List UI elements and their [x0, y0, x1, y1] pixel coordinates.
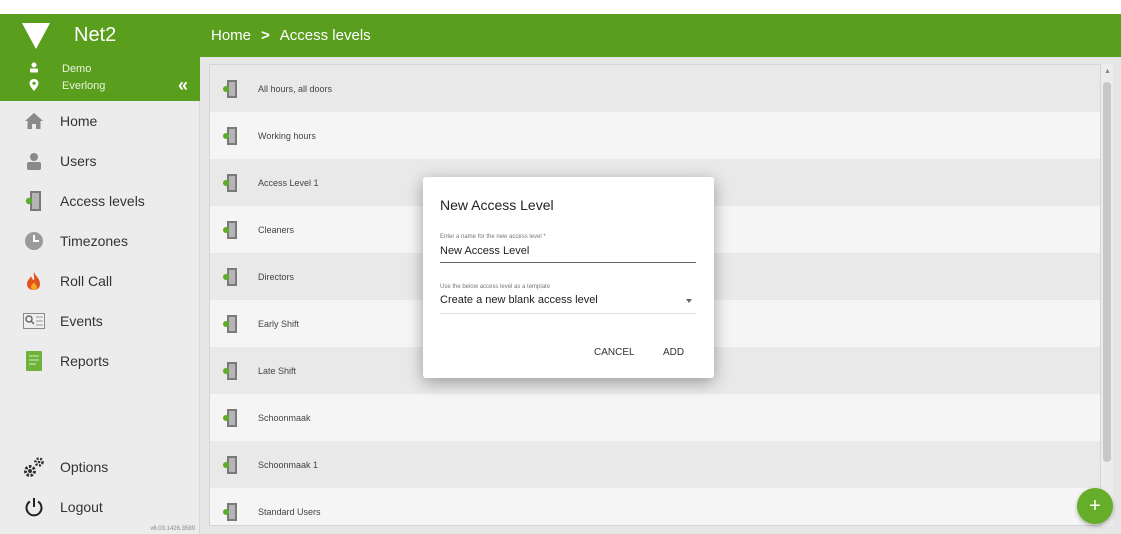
add-access-level-button[interactable]: + — [1077, 488, 1113, 524]
door-icon — [222, 502, 240, 522]
list-item[interactable]: Schoonmaak 1 — [210, 441, 1100, 488]
list-item-label: Schoonmaak — [258, 412, 311, 423]
user-row: Demo — [0, 60, 91, 78]
app-name: Net2 — [74, 24, 117, 46]
dropdown-caret-icon — [686, 299, 692, 303]
template-select[interactable]: Create a new blank access level — [440, 294, 696, 314]
list-item[interactable]: Standard Users — [210, 488, 1100, 525]
net2-logo-icon — [22, 22, 50, 49]
sidebar-item-label: Roll Call — [60, 273, 113, 289]
list-item[interactable]: All hours, all doors — [210, 65, 1100, 112]
list-item-label: Late Shift — [258, 365, 297, 376]
new-access-level-dialog: New Access Level Enter a name for the ne… — [423, 177, 714, 378]
site-row: Everlong — [0, 77, 105, 95]
version-text: v6.03.1426.3589 — [150, 526, 195, 532]
report-icon — [23, 350, 45, 372]
sidebar-item-label: Options — [60, 459, 109, 475]
events-icon — [23, 310, 45, 332]
door-icon — [222, 173, 240, 193]
user-block: Demo Everlong « — [0, 57, 200, 101]
sidebar-item-logout[interactable]: Logout — [0, 487, 200, 527]
list-item-label: Early Shift — [258, 318, 300, 329]
list-item-label: Access Level 1 — [258, 177, 319, 188]
sidebar-item-options[interactable]: Options — [0, 447, 200, 487]
collapse-sidebar-icon[interactable]: « — [178, 75, 188, 96]
clock-icon — [23, 230, 45, 252]
home-icon — [23, 110, 45, 132]
logo-area[interactable]: Net2 — [0, 14, 200, 57]
sidebar-item-label: Home — [60, 113, 98, 129]
scroll-up-icon[interactable]: ▲ — [1104, 68, 1111, 75]
sidebar-item-users[interactable]: Users — [0, 141, 200, 181]
sidebar-item-label: Users — [60, 153, 97, 169]
door-icon — [222, 314, 240, 334]
power-icon — [23, 496, 45, 518]
template-field-label: Use the below access level as a template — [440, 284, 551, 290]
list-item[interactable]: Schoonmaak — [210, 394, 1100, 441]
access-level-name-input[interactable]: New Access Level — [440, 245, 696, 263]
name-field-label: Enter a name for the new access level * — [440, 234, 546, 240]
sidebar-item-roll-call[interactable]: Roll Call — [0, 261, 200, 301]
site-name: Everlong — [62, 80, 106, 92]
door-icon — [23, 190, 45, 212]
user-name: Demo — [62, 63, 92, 75]
list-scrollbar[interactable]: ▲ — [1101, 64, 1113, 526]
sidebar-item-label: Logout — [60, 499, 103, 515]
breadcrumb-home[interactable]: Home — [211, 27, 251, 44]
list-item-label: Cleaners — [258, 224, 295, 235]
sidebar-item-label: Events — [60, 313, 103, 329]
breadcrumb: Home > Access levels — [211, 14, 371, 57]
top-header: Net2 Home > Access levels — [0, 14, 1121, 57]
list-item-label: Standard Users — [258, 506, 321, 517]
door-icon — [222, 126, 240, 146]
door-icon — [222, 408, 240, 428]
sidebar-item-label: Timezones — [60, 233, 128, 249]
list-item[interactable]: Working hours — [210, 112, 1100, 159]
door-icon — [222, 220, 240, 240]
dialog-title: New Access Level — [440, 197, 554, 213]
scrollbar-thumb[interactable] — [1103, 82, 1111, 462]
list-item-label: Working hours — [258, 130, 316, 141]
sidebar: Demo Everlong « Home Users Access levels… — [0, 57, 200, 534]
cancel-button[interactable]: CANCEL — [594, 347, 635, 358]
gears-icon — [23, 456, 45, 478]
door-icon — [222, 455, 240, 475]
add-button[interactable]: ADD — [663, 347, 684, 358]
sidebar-item-label: Reports — [60, 353, 110, 369]
template-select-value: Create a new blank access level — [440, 294, 598, 306]
sidebar-item-events[interactable]: Events — [0, 301, 200, 341]
location-pin-icon — [27, 78, 41, 94]
fire-icon — [23, 270, 45, 292]
list-item-label: All hours, all doors — [258, 83, 333, 94]
sidebar-item-reports[interactable]: Reports — [0, 341, 200, 381]
list-item-label: Schoonmaak 1 — [258, 459, 319, 470]
door-icon — [222, 361, 240, 381]
sidebar-item-timezones[interactable]: Timezones — [0, 221, 200, 261]
chevron-right-icon: > — [261, 27, 270, 44]
list-item-label: Directors — [258, 271, 295, 282]
sidebar-item-home[interactable]: Home — [0, 101, 200, 141]
sidebar-item-label: Access levels — [60, 193, 145, 209]
user-icon — [23, 150, 45, 172]
door-icon — [222, 267, 240, 287]
sidebar-item-access-levels[interactable]: Access levels — [0, 181, 200, 221]
breadcrumb-current: Access levels — [279, 27, 371, 44]
door-icon — [222, 79, 240, 99]
user-small-icon — [27, 62, 41, 76]
